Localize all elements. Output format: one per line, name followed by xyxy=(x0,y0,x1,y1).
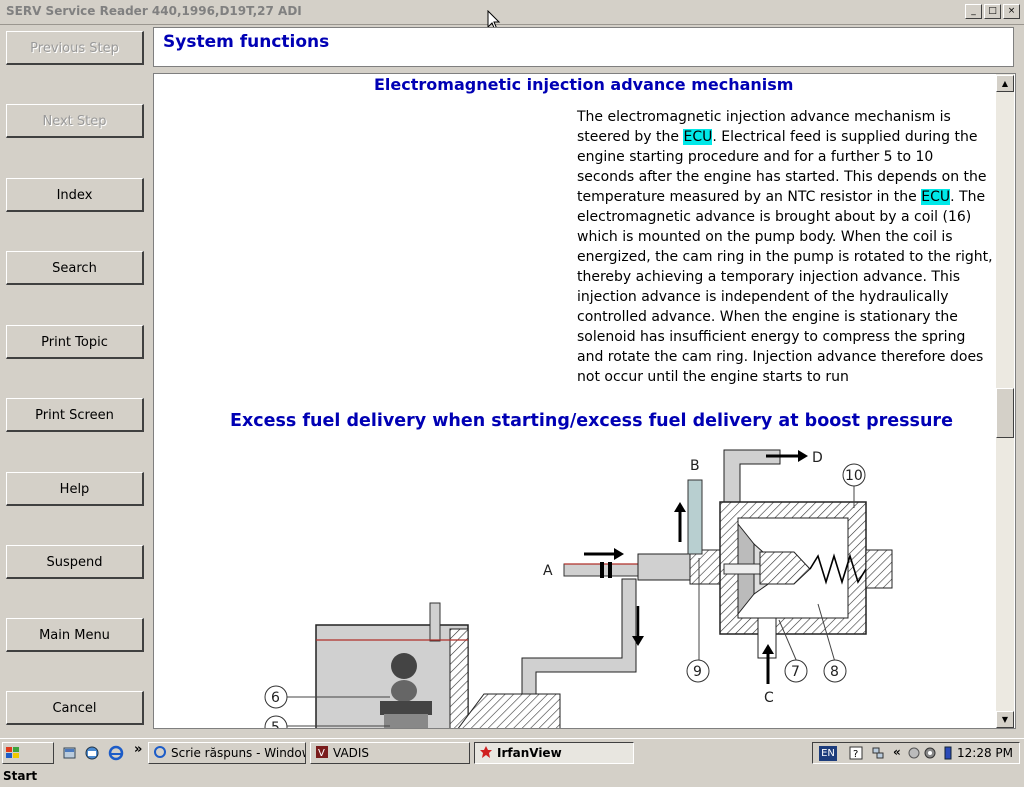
taskbar-item-vadis[interactable]: V VADIS xyxy=(310,742,470,764)
section-title-excess-fuel: Excess fuel delivery when starting/exces… xyxy=(230,411,953,431)
window-controls: _ □ × xyxy=(965,4,1020,19)
diagram-callout-10: 10 xyxy=(845,468,863,484)
taskbar: Start » Scrie răspuns - Windows ... V VA… xyxy=(0,738,1024,783)
scroll-thumb[interactable] xyxy=(996,388,1014,438)
minimize-button[interactable]: _ xyxy=(965,4,982,19)
index-button[interactable]: Index xyxy=(6,178,144,212)
system-tray: EN ? « 12:28 PM xyxy=(812,742,1020,764)
content-scrollbar[interactable]: ▲ ▼ xyxy=(996,74,1014,728)
language-indicator[interactable]: EN xyxy=(819,746,837,761)
ie-window-icon xyxy=(154,746,166,758)
scroll-up-arrow-icon[interactable]: ▲ xyxy=(996,75,1014,92)
suspend-button[interactable]: Suspend xyxy=(6,545,144,579)
previous-step-button[interactable]: Previous Step xyxy=(6,31,144,65)
close-button[interactable]: × xyxy=(1003,4,1020,19)
scroll-down-arrow-icon[interactable]: ▼ xyxy=(996,711,1014,728)
diagram-label-b: B xyxy=(690,458,700,474)
network-tray-icon[interactable] xyxy=(871,746,885,760)
svg-text:?: ? xyxy=(853,749,858,760)
ecu-link[interactable]: ECU xyxy=(921,189,951,205)
diagram-label-a: A xyxy=(543,563,553,579)
print-screen-button[interactable]: Print Screen xyxy=(6,398,144,432)
diagram-callout-8: 8 xyxy=(830,664,839,680)
outlook-express-icon[interactable] xyxy=(84,745,100,761)
description-paragraph: The electromagnetic injection advance me… xyxy=(577,107,993,387)
diagram-label-c: C xyxy=(764,690,774,706)
show-desktop-icon[interactable] xyxy=(62,745,78,761)
vadis-app-icon: V xyxy=(316,746,328,759)
start-button[interactable]: Start xyxy=(2,742,54,783)
section-title-advance-mechanism: Electromagnetic injection advance mechan… xyxy=(374,75,794,94)
taskbar-item-label: VADIS xyxy=(333,746,370,760)
taskbar-item-browser[interactable]: Scrie răspuns - Windows ... xyxy=(148,742,306,764)
window-title: SERV Service Reader 440,1996,D19T,27 ADI xyxy=(6,4,302,18)
paragraph-text: . The electromagnetic advance is brought… xyxy=(577,189,993,385)
search-button[interactable]: Search xyxy=(6,251,144,285)
taskbar-item-label: Scrie răspuns - Windows ... xyxy=(171,746,305,760)
diagram-label-d: D xyxy=(812,450,823,466)
taskbar-item-irfanview[interactable]: IrfanView xyxy=(474,742,634,764)
volume-tray-icon[interactable] xyxy=(907,746,921,760)
tray-expand-icon[interactable]: « xyxy=(893,745,901,759)
next-step-button[interactable]: Next Step xyxy=(6,104,144,138)
clock: 12:28 PM xyxy=(957,746,1013,760)
irfanview-app-icon xyxy=(480,746,492,758)
svg-text:V: V xyxy=(318,748,325,759)
header-panel: System functions xyxy=(153,27,1014,67)
cancel-button[interactable]: Cancel xyxy=(6,691,144,725)
internet-explorer-icon[interactable] xyxy=(108,745,124,761)
excess-fuel-diagram: A B C D 9 7 8 10 6 5 xyxy=(264,449,893,729)
ecu-link[interactable]: ECU xyxy=(683,129,713,145)
help-button[interactable]: Help xyxy=(6,472,144,506)
diagram-callout-9: 9 xyxy=(693,664,702,680)
battery-tray-icon[interactable] xyxy=(941,746,955,760)
main-menu-button[interactable]: Main Menu xyxy=(6,618,144,652)
windows-logo-icon xyxy=(6,747,19,758)
content-panel: Electromagnetic injection advance mechan… xyxy=(153,73,1016,729)
quick-launch-overflow-icon[interactable]: » xyxy=(134,742,142,757)
diagram-callout-7: 7 xyxy=(791,664,800,680)
start-label: Start xyxy=(3,769,38,783)
diagram-callout-5: 5 xyxy=(271,720,280,729)
help-tray-icon[interactable]: ? xyxy=(849,746,863,760)
diagram-callout-6: 6 xyxy=(271,690,280,706)
title-bar: SERV Service Reader 440,1996,D19T,27 ADI… xyxy=(0,0,1024,25)
taskbar-item-label: IrfanView xyxy=(497,746,562,760)
print-topic-button[interactable]: Print Topic xyxy=(6,325,144,359)
maximize-button[interactable]: □ xyxy=(984,4,1001,19)
settings-tray-icon[interactable] xyxy=(923,746,937,760)
page-title: System functions xyxy=(163,32,330,52)
